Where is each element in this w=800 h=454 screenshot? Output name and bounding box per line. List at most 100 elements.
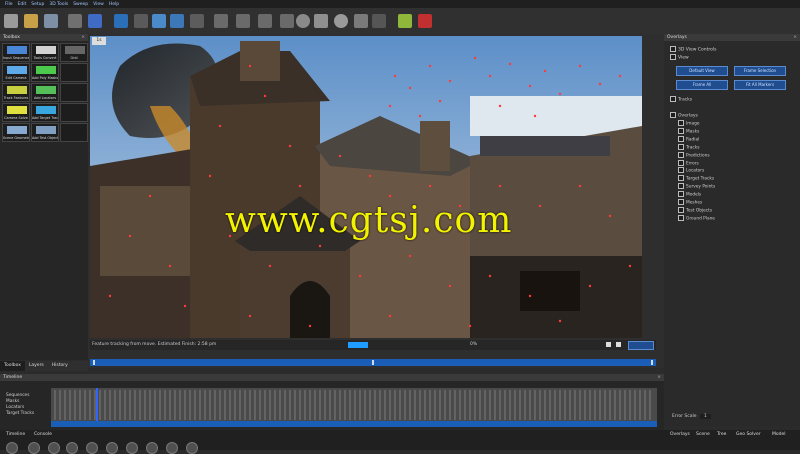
checkbox[interactable] [678,214,684,221]
view-3d-icon[interactable] [134,14,148,28]
timeline-track[interactable] [51,388,657,422]
tool-add-poly-masks[interactable]: Add Poly Masks [31,63,59,82]
tool-tools-convert[interactable]: Tools Convert [31,43,59,62]
split-horizontal-icon[interactable] [214,14,228,28]
layout-icon[interactable] [170,14,184,28]
play-back-icon[interactable] [48,442,60,454]
close-icon[interactable]: × [81,34,85,41]
grid-view-icon[interactable] [190,14,204,28]
tool-grid[interactable]: Grid [60,43,88,62]
lens-icon[interactable] [354,14,368,28]
tool-add-test-objects[interactable]: Add Test Objects [31,123,59,142]
tool-add-locators[interactable]: Add Locators [31,83,59,102]
split-triple-icon[interactable] [280,14,294,28]
tool-camera-solve[interactable]: Camera Solve [2,103,30,122]
tab-timeline[interactable]: Timeline [6,432,25,437]
tab-geo-solver[interactable]: Geo Solver [736,432,761,437]
overlay-item-masks[interactable]: Masks [678,127,715,136]
default-view-button[interactable]: Default View [676,66,728,76]
scene-image[interactable] [90,36,642,338]
timeline-item-target-tracks[interactable]: Target Tracks [6,411,34,417]
go-start-icon[interactable] [6,442,18,454]
camera-solve-icon[interactable] [296,14,310,28]
timeline-range-bar[interactable] [51,421,657,427]
menu-sweep[interactable]: Sweep [73,2,88,7]
open-folder-icon[interactable] [24,14,38,28]
tool-track-features[interactable]: Track Features [2,83,30,102]
checkbox[interactable] [678,191,684,198]
checkbox[interactable] [678,199,684,206]
frame-all-button[interactable]: Frame All [676,80,728,90]
frame-selection-button[interactable]: Frame Selection [734,66,786,76]
checkbox[interactable] [678,167,684,174]
view-2d-icon[interactable] [114,14,128,28]
menu-setup[interactable]: Setup [31,2,44,7]
loop-icon[interactable] [146,442,158,454]
view-header[interactable]: View [670,54,689,61]
redo-icon[interactable] [88,14,102,28]
overlay-item-survey-points[interactable]: Survey Points [678,183,715,191]
tab-model[interactable]: Model [772,432,786,437]
zoom-icon[interactable] [186,442,198,454]
undo-icon[interactable] [68,14,82,28]
checkbox[interactable] [678,206,684,213]
tracks-header[interactable]: Tracks [670,96,692,103]
tab-console[interactable]: Console [34,432,52,437]
scrub-end-handle[interactable] [651,360,653,365]
stop-icon[interactable] [418,14,432,28]
overlay-item-models[interactable]: Models [678,191,715,199]
close-icon[interactable]: × [657,374,661,381]
pause-icon[interactable] [66,442,78,454]
overlay-item-test-objects[interactable]: Test Objects [678,206,715,215]
step-back-icon[interactable] [28,442,40,454]
tool-input-sequence[interactable]: Input Sequence [2,43,30,62]
split-quad-icon[interactable] [258,14,272,28]
checkbox[interactable] [678,159,684,166]
tab-layers[interactable]: Layers [25,361,48,371]
overlay-item-predictions[interactable]: Predictions [678,151,715,160]
menu-view[interactable]: View [93,2,104,7]
tab-history[interactable]: History [48,361,72,371]
scrub-start-handle[interactable] [93,360,95,365]
overlay-item-image[interactable]: Image [678,120,715,128]
checkbox[interactable] [678,120,684,126]
keyframe-icon[interactable] [166,442,178,454]
tool-add-target-tracks[interactable]: Add Target Tracks [31,103,59,122]
checkbox[interactable] [678,135,684,142]
save-icon[interactable] [44,14,58,28]
movie-camera-icon[interactable] [334,14,348,28]
overlay-item-errors[interactable]: Errors [678,159,715,168]
viewport-scrub-bar[interactable] [90,359,656,366]
track-camera-icon[interactable] [314,14,328,28]
view-controls-header[interactable]: 3D View Controls [670,46,716,53]
checkbox[interactable] [678,151,684,158]
checkbox[interactable] [678,143,684,150]
overlay-item-radial[interactable]: Radial [678,135,715,144]
menu-help[interactable]: Help [109,2,119,7]
dual-view-icon[interactable] [152,14,166,28]
overlay-item-tracks[interactable]: Tracks [678,143,715,152]
menu-file[interactable]: File [5,2,13,7]
cancel-button[interactable] [628,341,654,350]
overlay-item-meshes[interactable]: Meshes [678,199,715,207]
overlay-item-locators[interactable]: Locators [678,167,715,175]
fit-all-markers-button[interactable]: Fit All Markers [734,80,786,90]
step-forward-icon[interactable] [106,442,118,454]
tab-overlays[interactable]: Overlays [670,432,690,437]
checkbox[interactable] [678,127,684,134]
error-scale-value[interactable]: 1 [699,414,711,419]
export-icon[interactable] [398,14,412,28]
checkbox[interactable] [678,183,684,190]
stop-icon[interactable] [616,342,621,347]
checkbox[interactable] [678,175,684,182]
split-vertical-icon[interactable] [236,14,250,28]
tool-edit-camera[interactable]: Edit Camera [2,63,30,82]
tab-toolbox[interactable]: Toolbox [0,361,25,371]
new-file-icon[interactable] [4,14,18,28]
scrub-marker[interactable] [372,360,374,365]
overlay-item-ground-plane[interactable]: Ground Plane [678,214,715,223]
fullscreen-icon[interactable] [372,14,386,28]
menu-edit[interactable]: Edit [18,2,27,7]
go-end-icon[interactable] [126,442,138,454]
tab-tree[interactable]: Tree [717,432,726,437]
